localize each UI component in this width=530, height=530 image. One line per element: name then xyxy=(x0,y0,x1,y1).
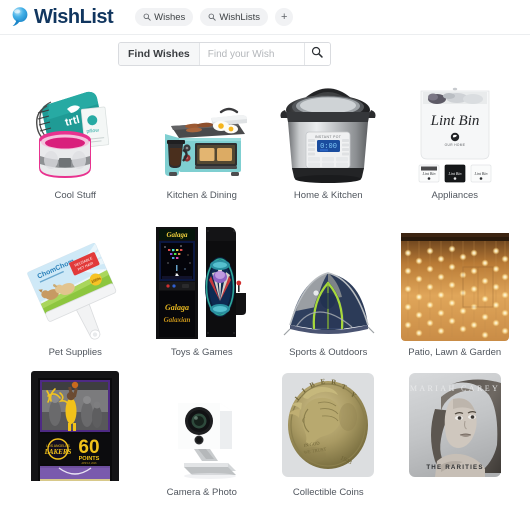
thumbnail-wrap: INSTANT POT 0:00 xyxy=(277,79,379,184)
category-label: Home & Kitchen xyxy=(293,190,363,201)
category-label: Camera & Photo xyxy=(166,486,237,498)
search-bar: Find Wishes xyxy=(118,42,331,66)
app-header: WishList Wishes WishLists + xyxy=(0,0,530,35)
nav-pills: Wishes WishLists + xyxy=(135,8,294,26)
category-tile-sports-outdoors[interactable]: Sports & Outdoors xyxy=(267,211,390,362)
svg-text:60: 60 xyxy=(79,437,100,458)
plus-icon: + xyxy=(280,11,288,23)
category-tile-sports-collectibles[interactable]: LOS ANGELES LAKERS 60 POINTS APR 13, 201… xyxy=(14,369,137,502)
category-tile-appliances[interactable]: Lint Bin OUR HOME Lint Bin Lint Bin Lint… xyxy=(394,79,517,205)
instant-pot-pressure-cooker-image: INSTANT POT 0:00 xyxy=(280,88,376,183)
svg-text:Galaxian: Galaxian xyxy=(163,316,190,324)
thumbnail-wrap: Lint Bin OUR HOME Lint Bin Lint Bin Lint… xyxy=(409,79,501,184)
category-tile-patio-lawn-garden[interactable]: Patio, Lawn & Garden xyxy=(394,211,517,362)
search-submit-button[interactable] xyxy=(303,43,330,65)
category-label: Appliances xyxy=(431,190,478,201)
nav-pill-add[interactable]: + xyxy=(274,8,294,26)
category-label: Kitchen & Dining xyxy=(166,190,237,201)
svg-text:OUR HOME: OUR HOME xyxy=(444,143,465,147)
svg-text:Lint Bin: Lint Bin xyxy=(429,113,479,129)
mercury-dime-silver-coin-image: L I B E R T Y IN GOD WE TRUST 1943 xyxy=(282,372,375,477)
category-grid-row-1: trtl pillow Cool Stuff Kitchen & Dining … xyxy=(0,73,530,205)
thumbnail-wrap xyxy=(400,211,509,342)
nav-pill-wishes-label: Wishes xyxy=(154,11,186,23)
thumbnail-wrap xyxy=(276,211,380,341)
blue-dome-camping-tent-image xyxy=(283,272,375,336)
category-tile-music-album[interactable]: MARIAH CAREY THE RARITIES xyxy=(394,369,517,502)
category-label: Pet Supplies xyxy=(48,347,102,359)
warm-white-curtain-string-lights-image xyxy=(400,233,509,342)
svg-text:INSTANT POT: INSTANT POT xyxy=(315,135,342,139)
search-icon xyxy=(311,45,323,63)
category-label: Patio, Lawn & Garden xyxy=(408,347,502,359)
thumbnail-wrap: ChomChom REUSABLE PET HAIR 100% xyxy=(25,211,125,341)
travel-pillow-teal-bag-image: trtl pillow xyxy=(36,91,110,178)
category-label: Toys & Games xyxy=(170,347,233,359)
search-bar-row: Find Wishes xyxy=(0,35,530,73)
category-grid-row-2: ChomChom REUSABLE PET HAIR 100% Pet Supp… xyxy=(0,205,530,362)
white-security-camera-image xyxy=(177,402,236,479)
3-in-1-breakfast-station-image xyxy=(164,107,247,176)
category-label: Collectible Coins xyxy=(292,486,364,498)
category-tile-toys-games[interactable]: Galaga Galaga Galaxian Toys & Games xyxy=(141,211,264,362)
svg-text:APR 13, 2016: APR 13, 2016 xyxy=(82,462,98,465)
thumbnail-wrap: MARIAH CAREY THE RARITIES xyxy=(405,369,505,481)
svg-text:Galaga: Galaga xyxy=(165,303,189,312)
svg-text:THE RARITIES: THE RARITIES xyxy=(426,464,483,471)
brand-name: WishList xyxy=(34,6,114,28)
category-tile-home-kitchen[interactable]: INSTANT POT 0:00 Home & Kitchen xyxy=(267,79,390,205)
nav-pill-wishlists[interactable]: WishLists xyxy=(200,8,268,26)
brand-logo-link[interactable]: WishList xyxy=(8,5,114,29)
search-input[interactable] xyxy=(199,43,304,65)
category-tile-camera-photo[interactable]: Camera & Photo xyxy=(141,369,264,502)
category-label: Cool Stuff xyxy=(54,190,97,201)
lint-bin-white-wall-container-image: Lint Bin OUR HOME Lint Bin Lint Bin Lint… xyxy=(418,87,492,183)
thumbnail-wrap: trtl pillow xyxy=(27,79,123,184)
search-icon xyxy=(143,13,151,21)
svg-text:Lint Bin: Lint Bin xyxy=(447,171,461,176)
kobe-bryant-lakers-60-points-frame-image: LOS ANGELES LAKERS 60 POINTS APR 13, 201… xyxy=(31,370,120,481)
category-grid-row-3: LOS ANGELES LAKERS 60 POINTS APR 13, 201… xyxy=(0,363,530,502)
category-label: Sports & Outdoors xyxy=(289,347,368,359)
mariah-carey-the-rarities-album-image: MARIAH CAREY THE RARITIES xyxy=(408,372,501,477)
svg-text:Lint Bin: Lint Bin xyxy=(421,171,435,176)
nav-pill-wishes[interactable]: Wishes xyxy=(135,8,194,26)
svg-text:MARIAH CAREY: MARIAH CAREY xyxy=(410,384,500,393)
find-wishes-button[interactable]: Find Wishes xyxy=(119,43,200,65)
galaga-arcade-cabinet-image: Galaga Galaga Galaxian xyxy=(155,227,246,340)
thumbnail-wrap: Galaga Galaga Galaxian xyxy=(154,211,250,341)
thumbnail-wrap: LOS ANGELES LAKERS 60 POINTS APR 13, 201… xyxy=(25,369,125,481)
svg-text:Galaga: Galaga xyxy=(166,231,188,239)
category-tile-cool-stuff[interactable]: trtl pillow Cool Stuff xyxy=(14,79,137,205)
thumbnail-wrap xyxy=(154,369,250,481)
pet-hair-lint-roller-image: ChomChom REUSABLE PET HAIR 100% xyxy=(27,243,117,340)
category-tile-kitchen-dining[interactable]: Kitchen & Dining xyxy=(141,79,264,205)
speech-bubble-icon xyxy=(8,5,32,29)
thumbnail-wrap xyxy=(153,79,251,184)
nav-pill-wishlists-label: WishLists xyxy=(219,11,260,23)
search-icon xyxy=(208,13,216,21)
thumbnail-wrap: L I B E R T Y IN GOD WE TRUST 1943 xyxy=(278,369,378,481)
svg-text:Lint Bin: Lint Bin xyxy=(473,171,487,176)
svg-text:LAKERS: LAKERS xyxy=(44,448,72,456)
category-tile-collectible-coins[interactable]: L I B E R T Y IN GOD WE TRUST 1943 Colle… xyxy=(267,369,390,502)
category-tile-pet-supplies[interactable]: ChomChom REUSABLE PET HAIR 100% Pet Supp… xyxy=(14,211,137,362)
